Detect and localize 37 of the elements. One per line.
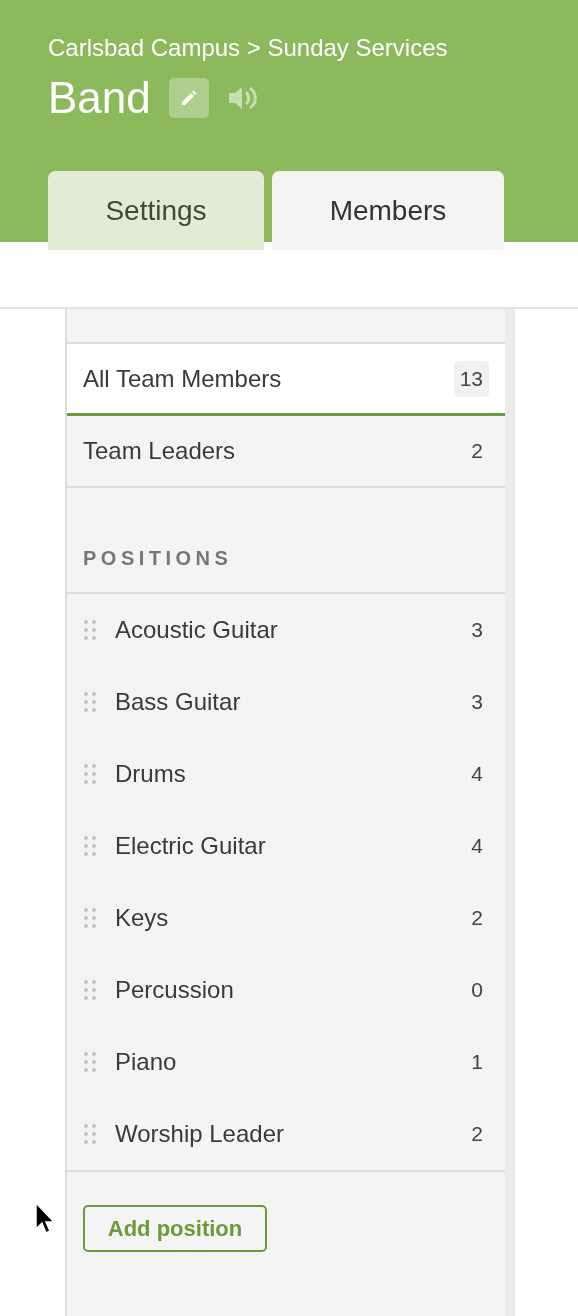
count-badge: 13 <box>453 360 489 397</box>
breadcrumb: Carlsbad Campus > Sunday Services <box>48 33 448 62</box>
drag-handle-icon[interactable] <box>83 979 97 1001</box>
position-count: 2 <box>471 906 483 930</box>
tab[interactable]: Settings <box>48 171 264 250</box>
drag-handle-icon[interactable] <box>83 1051 97 1073</box>
filter-label: All Team Members <box>83 364 282 393</box>
position-name[interactable]: Bass Guitar <box>115 688 472 716</box>
position-count: 3 <box>471 618 483 642</box>
position-name[interactable]: Drums <box>115 760 472 788</box>
drag-handle-icon[interactable] <box>83 835 97 857</box>
section-heading: POSITIONS <box>83 547 233 570</box>
tab[interactable]: Members <box>272 171 504 250</box>
position-name[interactable]: Percussion <box>115 976 472 1004</box>
position-name[interactable]: Worship Leader <box>115 1120 472 1148</box>
page-title: Band <box>48 72 151 124</box>
edit-button[interactable] <box>168 78 209 118</box>
position-count: 1 <box>471 1050 483 1074</box>
position-count: 0 <box>471 978 483 1002</box>
speaker-icon[interactable] <box>226 85 257 111</box>
position-count: 4 <box>471 834 483 858</box>
position-count: 4 <box>471 762 483 786</box>
member-count: 2 <box>470 438 484 464</box>
position-name[interactable]: Keys <box>115 904 472 932</box>
filter-item[interactable]: Team Leaders 2 <box>67 416 505 488</box>
drag-handle-icon[interactable] <box>83 691 97 713</box>
drag-handle-icon[interactable] <box>83 1123 97 1145</box>
position-name[interactable]: Piano <box>115 1048 472 1076</box>
filter-label: Team Leaders <box>83 437 236 465</box>
filter-item[interactable]: All Team Members 13 <box>67 344 505 416</box>
position-name[interactable]: Acoustic Guitar <box>115 616 472 644</box>
drag-handle-icon[interactable] <box>83 907 97 929</box>
position-name[interactable]: Electric Guitar <box>115 832 472 860</box>
position-count: 2 <box>471 1122 483 1146</box>
drag-handle-icon[interactable] <box>83 763 97 785</box>
drag-handle-icon[interactable] <box>83 619 97 641</box>
position-count: 3 <box>471 690 483 714</box>
